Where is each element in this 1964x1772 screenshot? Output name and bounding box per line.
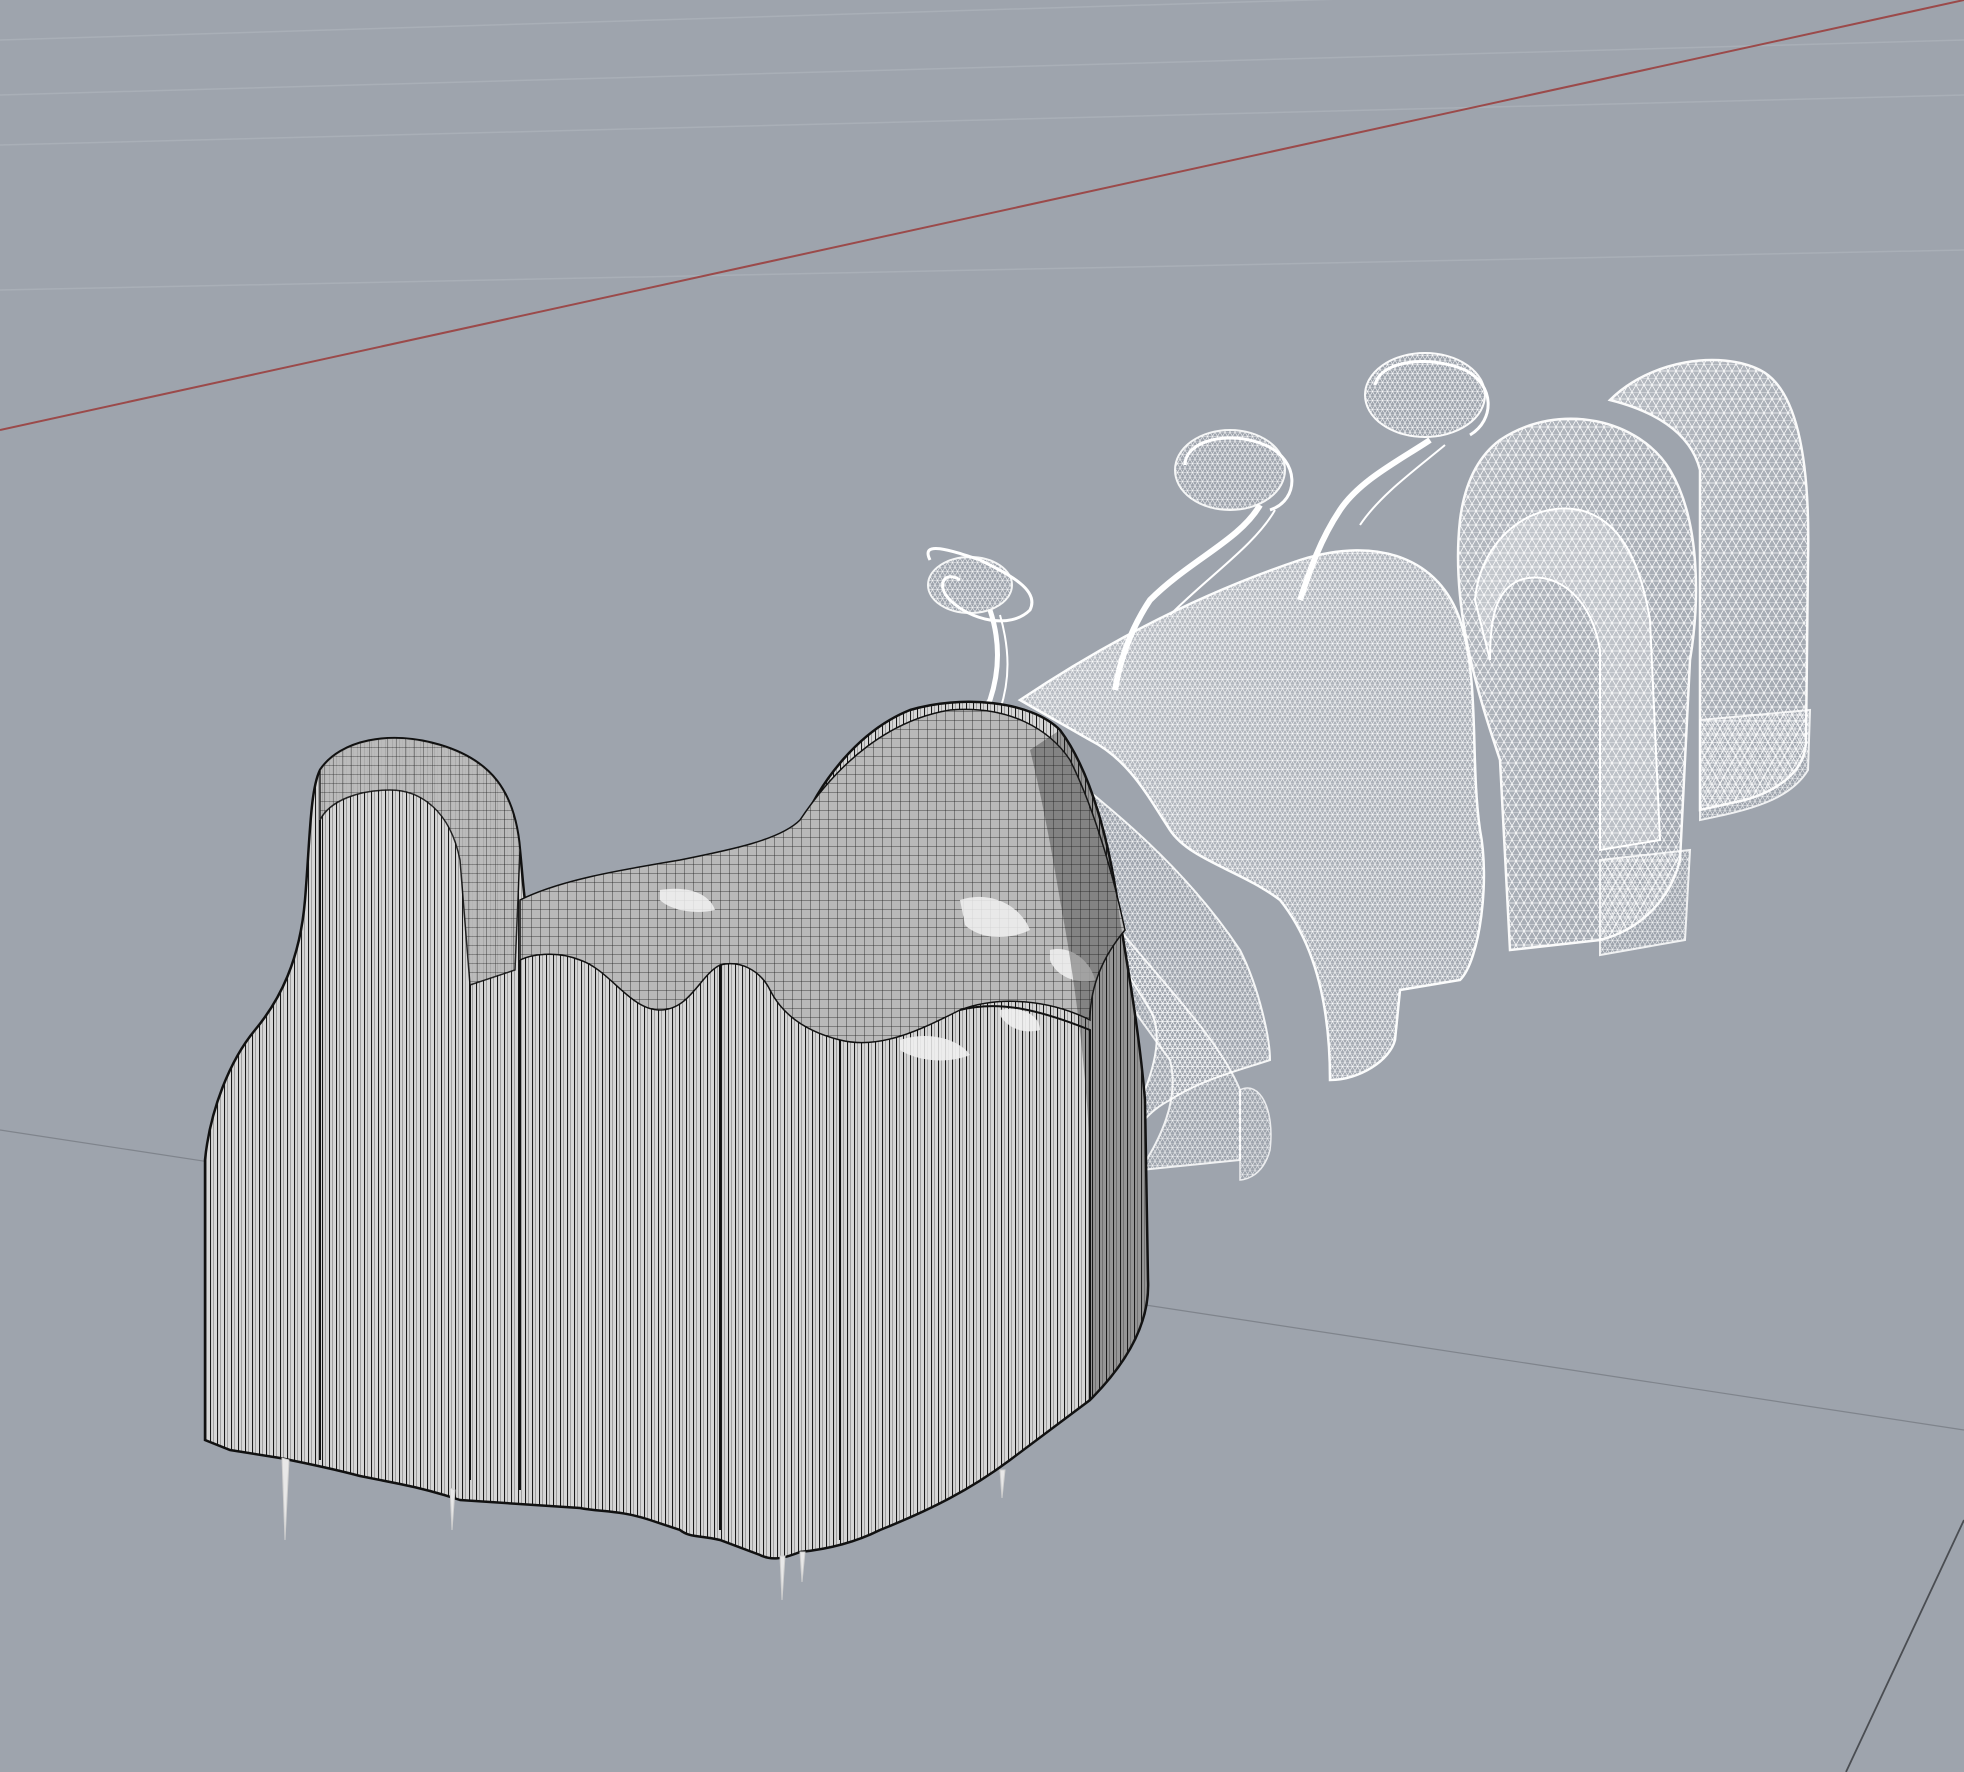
grid-major-line (1845, 1519, 1964, 1772)
solid-object[interactable] (203, 700, 1150, 1601)
perspective-viewport[interactable] (0, 0, 1964, 1772)
viewport-canvas[interactable] (0, 0, 1964, 1772)
